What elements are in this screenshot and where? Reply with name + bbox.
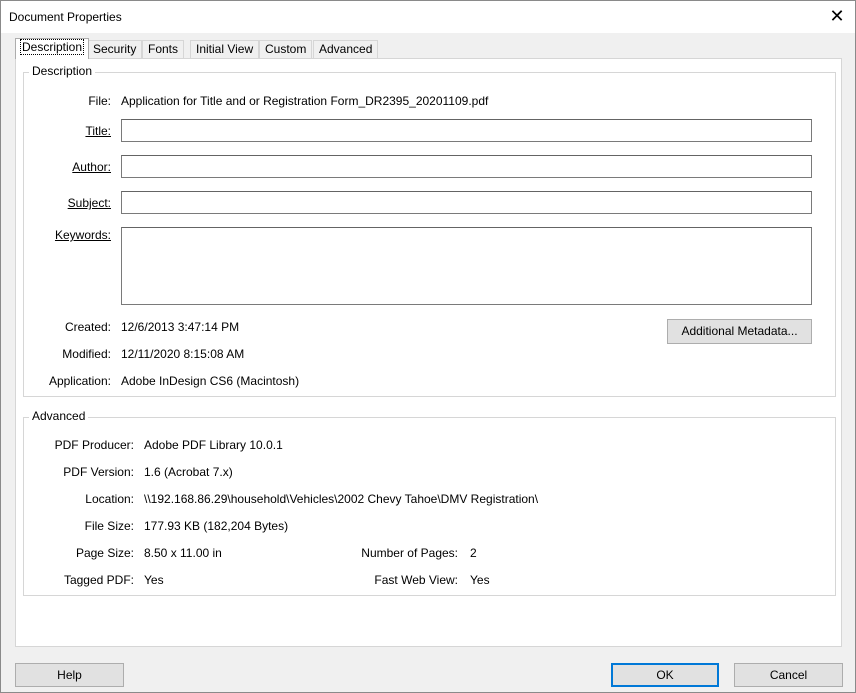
cancel-button-label: Cancel (769, 668, 808, 682)
close-icon[interactable]: ✕ (825, 5, 849, 27)
tab-panel: Description File: Application for Title … (15, 58, 842, 647)
location-value: \\192.168.86.29\household\Vehicles\2002 … (144, 492, 539, 506)
tab-security[interactable]: Security (87, 40, 143, 58)
pdf-version-label: PDF Version: (63, 465, 134, 479)
help-button[interactable]: Help (15, 663, 124, 687)
tab-custom[interactable]: Custom (259, 40, 313, 58)
modified-value: 12/11/2020 8:15:08 AM (121, 347, 245, 361)
file-label: File: (88, 94, 111, 108)
number-of-pages-value: 2 (470, 546, 477, 560)
pdf-producer-label: PDF Producer: (54, 438, 134, 452)
created-label: Created: (64, 320, 111, 334)
tagged-pdf-label: Tagged PDF: (63, 573, 134, 587)
help-button-label: Help (57, 668, 82, 682)
file-value: Application for Title and or Registratio… (121, 94, 489, 108)
title-field[interactable] (121, 119, 812, 142)
keywords-field[interactable] (121, 227, 812, 305)
page-size-value: 8.50 x 11.00 in (144, 546, 222, 560)
dialog-title: Document Properties (9, 10, 122, 24)
created-value: 12/6/2013 3:47:14 PM (121, 320, 240, 334)
title-bar: Document Properties ✕ (1, 1, 855, 33)
additional-metadata-button[interactable]: Additional Metadata... (667, 319, 812, 344)
tab-initial-view[interactable]: Initial View (190, 40, 260, 58)
tab-fonts[interactable]: Fonts (142, 40, 185, 58)
author-input[interactable] (122, 156, 811, 177)
document-properties-dialog: Document Properties ✕ Description Securi… (0, 0, 856, 693)
ok-button-label: OK (656, 668, 674, 682)
modified-label: Modified: (62, 347, 111, 361)
application-label: Application: (48, 374, 111, 388)
additional-metadata-label: Additional Metadata... (681, 324, 798, 338)
title-input[interactable] (122, 120, 811, 141)
tab-description[interactable]: Description (15, 38, 90, 59)
subject-label: Subject: (67, 196, 111, 210)
advanced-group: Advanced PDF Producer: Adobe PDF Library… (23, 409, 836, 596)
description-group-label: Description (29, 64, 96, 78)
number-of-pages-label: Number of Pages: (361, 546, 458, 560)
keywords-input[interactable] (122, 228, 811, 304)
subject-field[interactable] (121, 191, 812, 214)
page-size-label: Page Size: (75, 546, 134, 560)
file-size-value: 177.93 KB (182,204 Bytes) (144, 519, 289, 533)
pdf-producer-value: Adobe PDF Library 10.0.1 (144, 438, 283, 452)
tagged-pdf-value: Yes (144, 573, 164, 587)
keywords-label: Keywords: (54, 228, 111, 242)
ok-button[interactable]: OK (611, 663, 719, 687)
pdf-version-value: 1.6 (Acrobat 7.x) (144, 465, 233, 479)
author-label: Author: (72, 160, 111, 174)
tab-advanced[interactable]: Advanced (313, 40, 379, 58)
fast-web-view-value: Yes (470, 573, 490, 587)
author-field[interactable] (121, 155, 812, 178)
description-group: Description File: Application for Title … (23, 64, 836, 397)
title-label: Title: (85, 124, 111, 138)
subject-input[interactable] (122, 192, 811, 213)
fast-web-view-label: Fast Web View: (374, 573, 458, 587)
file-size-label: File Size: (84, 519, 134, 533)
advanced-group-label: Advanced (29, 409, 89, 423)
application-value: Adobe InDesign CS6 (Macintosh) (121, 374, 300, 388)
location-label: Location: (85, 492, 134, 506)
cancel-button[interactable]: Cancel (734, 663, 843, 687)
